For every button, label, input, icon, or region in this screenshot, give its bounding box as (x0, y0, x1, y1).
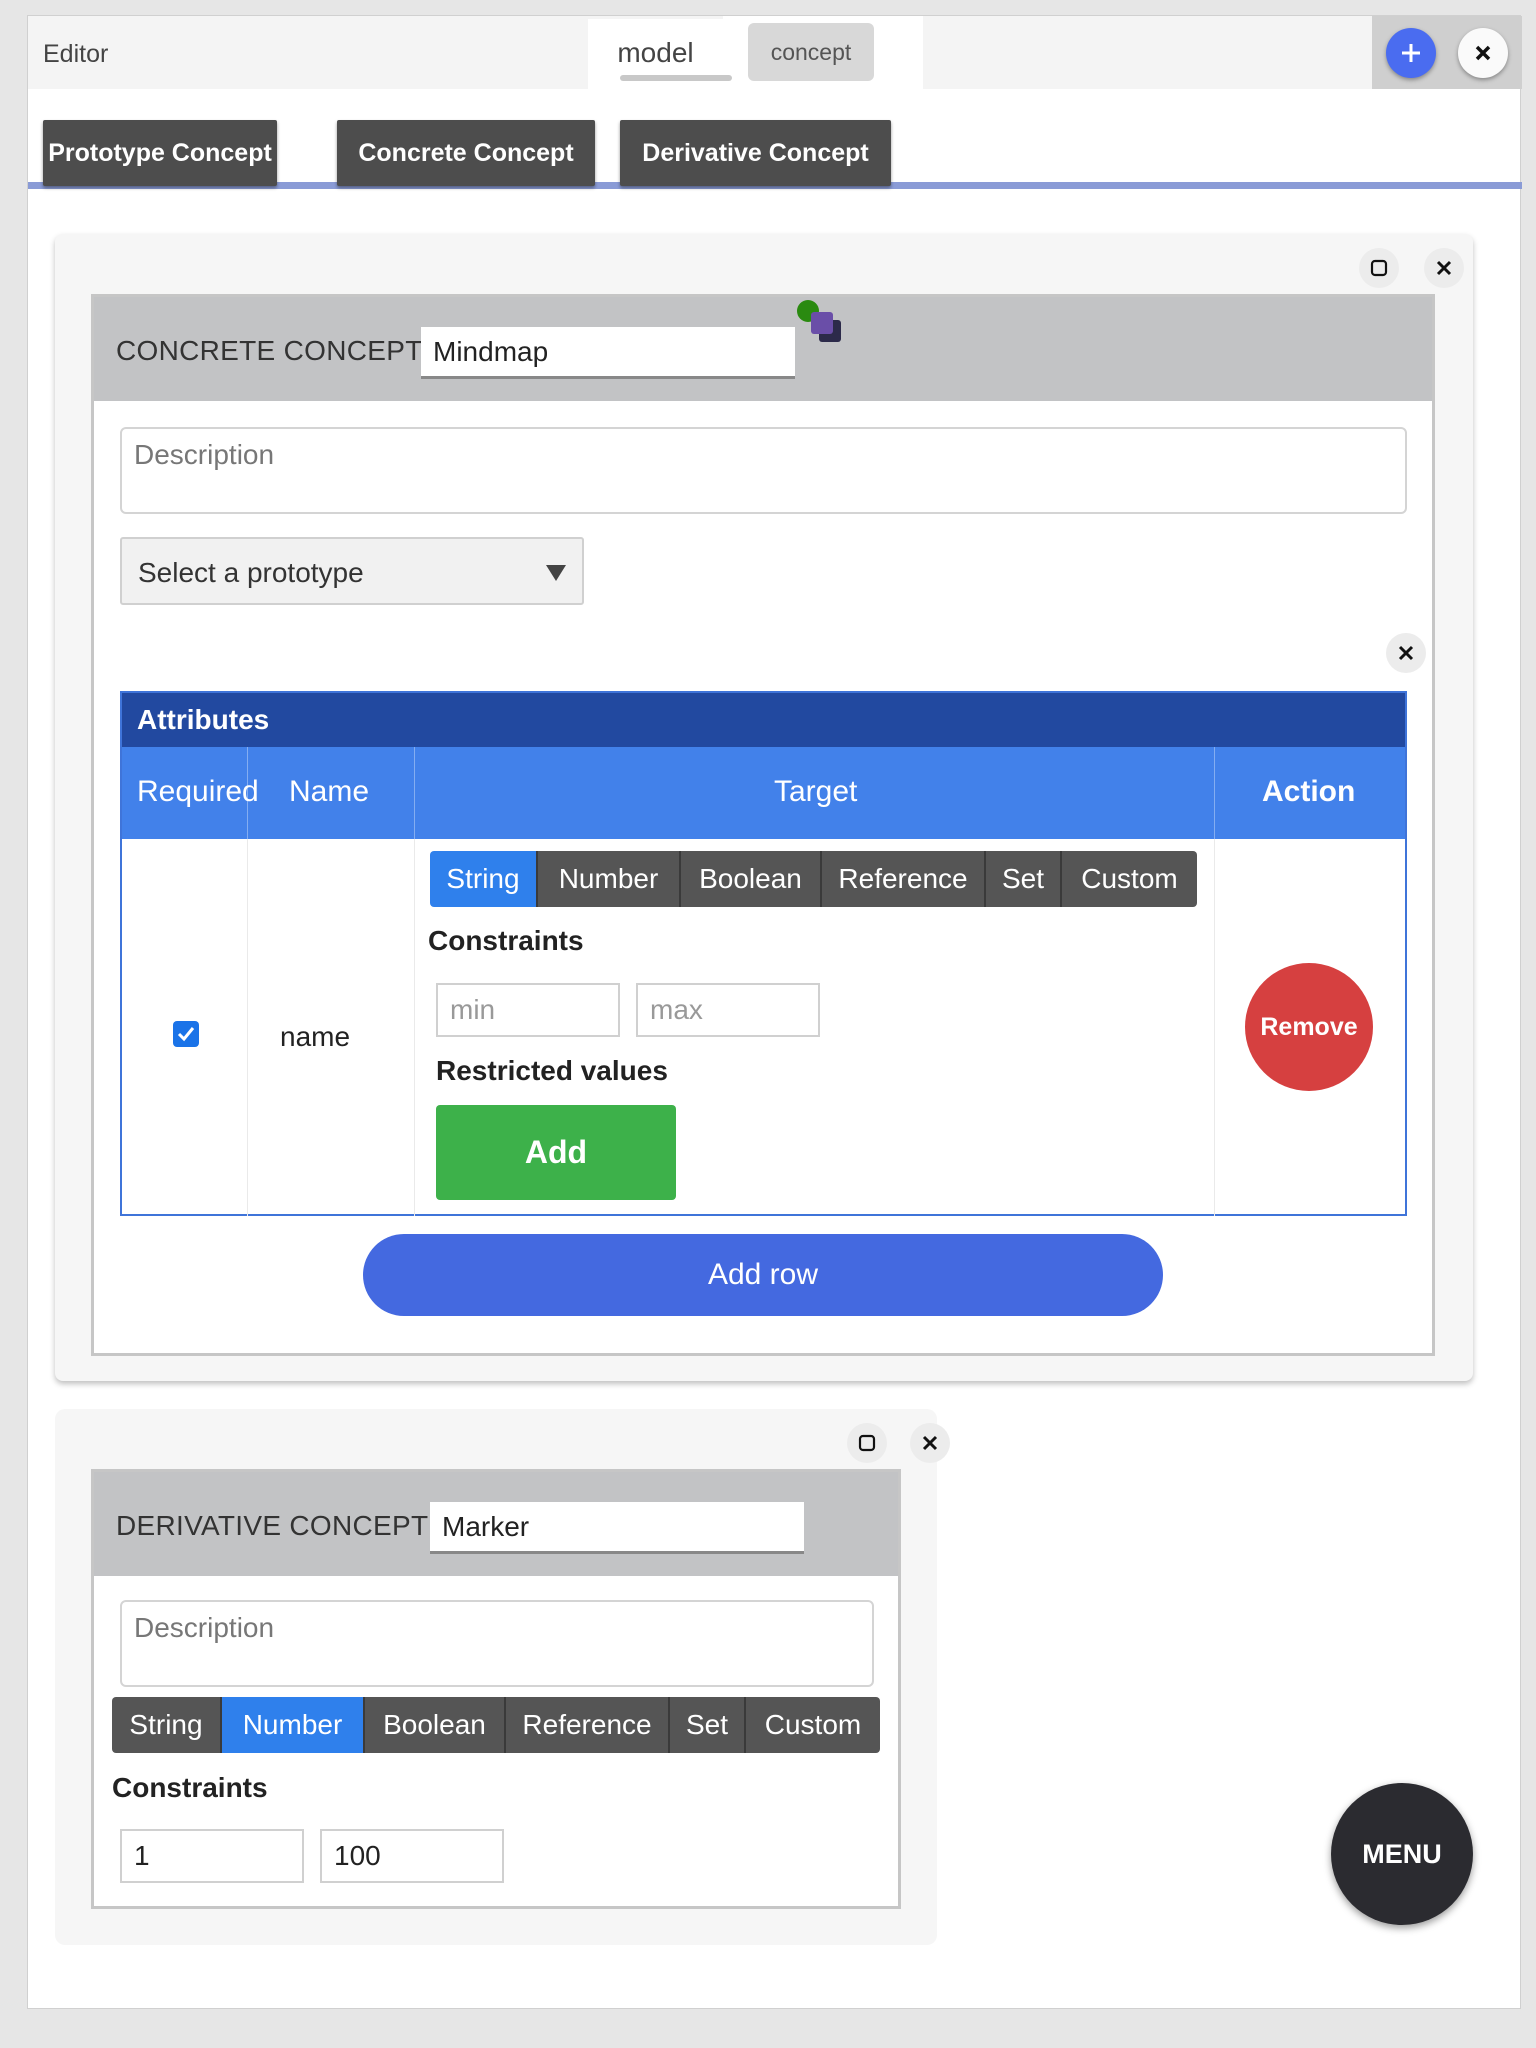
max-input[interactable]: 100 (320, 1829, 504, 1883)
concrete-concept-card: CONCRETE CONCEPT Mindmap Description Sel… (55, 234, 1473, 1381)
attributes-title: Attributes (122, 693, 1405, 747)
dropdown-arrow-icon (546, 565, 566, 581)
target-reference-button[interactable]: Reference (822, 851, 986, 907)
constraints-label: Constraints (112, 1772, 268, 1803)
tab-concept[interactable]: concept (748, 23, 874, 81)
close-card-button[interactable] (910, 1423, 950, 1463)
close-icon (1436, 260, 1452, 276)
header-name: Name (289, 775, 370, 808)
editor-app: Editor model concept Prototype Concept C… (27, 15, 1522, 2009)
derivative-concept-button[interactable]: Derivative Concept (620, 120, 891, 186)
prototype-select[interactable]: Select a prototype (120, 537, 584, 605)
menu-button[interactable]: MENU (1331, 1783, 1473, 1925)
prototype-concept-button[interactable]: Prototype Concept (43, 120, 277, 186)
concept-header: DERIVATIVE CONCEPT Marker (94, 1472, 898, 1576)
column-divider (247, 839, 248, 1216)
description-field[interactable]: Description (120, 427, 1407, 514)
add-row-button[interactable]: Add row (363, 1234, 1163, 1316)
close-icon (1475, 45, 1491, 61)
maximize-icon (1370, 259, 1388, 277)
target-number-button[interactable]: Number (538, 851, 681, 907)
editor-title: Editor (43, 40, 109, 68)
add-tab-button[interactable] (1386, 28, 1436, 78)
checkmark-icon (177, 1027, 195, 1042)
attribute-name: name (280, 1021, 351, 1052)
attributes-table: Attributes Required Name Target Action n… (120, 691, 1407, 1216)
header-required: Required (137, 775, 259, 808)
close-card-button[interactable] (1424, 248, 1464, 288)
column-divider (1214, 747, 1215, 839)
editor-header: Editor model concept (28, 16, 1522, 89)
target-number-button[interactable]: Number (222, 1697, 365, 1753)
attributes-header-row: Required Name Target Action (122, 747, 1405, 839)
target-custom-button[interactable]: Custom (1062, 851, 1197, 907)
derivative-concept-panel: DERIVATIVE CONCEPT Marker Description St… (91, 1469, 901, 1909)
prototype-select-value: Select a prototype (138, 557, 364, 588)
min-input[interactable]: 1 (120, 1829, 304, 1883)
drag-handle-icon[interactable] (811, 312, 833, 334)
column-divider (414, 839, 415, 1216)
concept-name-input[interactable]: Mindmap (421, 327, 795, 379)
target-boolean-button[interactable]: Boolean (681, 851, 822, 907)
column-divider (1214, 839, 1215, 1216)
description-field[interactable]: Description (120, 1600, 874, 1687)
column-divider (414, 747, 415, 839)
concept-name-input[interactable]: Marker (430, 1502, 804, 1554)
column-divider (247, 747, 248, 839)
maximize-card-button[interactable] (847, 1423, 887, 1463)
min-input[interactable]: min (436, 983, 620, 1037)
derivative-concept-card: DERIVATIVE CONCEPT Marker Description St… (55, 1409, 950, 1945)
close-attributes-button[interactable] (1386, 633, 1426, 673)
target-custom-button[interactable]: Custom (746, 1697, 880, 1753)
max-input[interactable]: max (636, 983, 820, 1037)
target-string-button[interactable]: String (112, 1697, 222, 1753)
concept-type-label: CONCRETE CONCEPT (116, 335, 423, 366)
tab-active-indicator (620, 75, 732, 81)
target-string-button[interactable]: String (430, 851, 538, 907)
required-checkbox[interactable] (173, 1021, 199, 1047)
remove-row-button[interactable]: Remove (1245, 963, 1373, 1091)
tab-model-label: model (617, 37, 694, 68)
header-action: Action (1262, 775, 1356, 808)
target-set-button[interactable]: Set (986, 851, 1062, 907)
plus-icon (1402, 44, 1420, 62)
close-icon (922, 1435, 938, 1451)
concept-type-bar: Prototype Concept Concrete Concept Deriv… (28, 89, 1522, 189)
target-reference-button[interactable]: Reference (506, 1697, 670, 1753)
close-editor-button[interactable] (1458, 28, 1508, 78)
concrete-concept-button[interactable]: Concrete Concept (337, 120, 595, 186)
add-restricted-value-button[interactable]: Add (436, 1105, 676, 1200)
restricted-values-label: Restricted values (436, 1055, 668, 1086)
target-boolean-button[interactable]: Boolean (365, 1697, 506, 1753)
concept-type-label: DERIVATIVE CONCEPT (116, 1510, 429, 1541)
header-target: Target (774, 775, 858, 808)
tab-model[interactable]: model (588, 19, 732, 89)
concrete-concept-panel: CONCRETE CONCEPT Mindmap Description Sel… (91, 294, 1435, 1356)
maximize-icon (858, 1434, 876, 1452)
concept-header: CONCRETE CONCEPT Mindmap (94, 297, 1432, 401)
maximize-card-button[interactable] (1359, 248, 1399, 288)
close-icon (1398, 645, 1414, 661)
target-set-button[interactable]: Set (670, 1697, 746, 1753)
constraints-label: Constraints (428, 925, 584, 956)
